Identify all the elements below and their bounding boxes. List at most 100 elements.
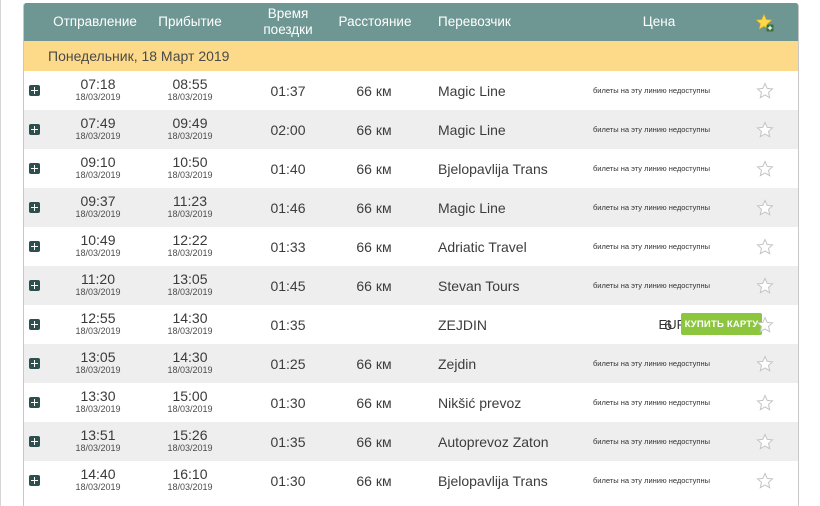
table-header: Отправление Прибытие Время поездки Расст… [24, 3, 798, 41]
carrier-name[interactable]: Magic Line [438, 110, 588, 149]
star-add-icon[interactable] [755, 13, 775, 33]
departure-date: 18/03/2019 [75, 287, 121, 297]
travel-duration: 01:40 [270, 160, 306, 177]
arrival-time-block: 08:55 18/03/2019 [160, 76, 220, 103]
expand-plus-icon[interactable] [29, 163, 40, 174]
expand-plus-icon[interactable] [29, 241, 40, 252]
arrival-date: 18/03/2019 [167, 404, 213, 414]
tickets-unavailable-text: билеты на эту линию недоступны [593, 398, 711, 407]
carrier-name[interactable]: Magic Line [438, 71, 588, 110]
expand-plus-icon[interactable] [29, 280, 40, 291]
favorite-star-icon[interactable] [756, 199, 774, 217]
carrier-name[interactable]: Zejdin [438, 344, 588, 383]
distance: 66 км [356, 355, 392, 372]
expand-plus-icon[interactable] [29, 319, 40, 330]
header-departure[interactable]: Отправление [48, 3, 142, 41]
distance [342, 305, 406, 344]
favorite-star-icon[interactable] [756, 394, 774, 412]
favorite-star-icon[interactable] [756, 238, 774, 256]
tickets-unavailable-text: билеты на эту линию недоступны [593, 164, 711, 173]
favorite-star-icon[interactable] [756, 160, 774, 178]
departure-row[interactable]: 13:30 18/03/2019 15:00 18/03/2019 01:30 … [24, 383, 798, 422]
expand-plus-icon[interactable] [29, 397, 40, 408]
departure-row[interactable]: 11:20 18/03/2019 13:05 18/03/2019 01:45 … [24, 266, 798, 305]
travel-duration: 01:30 [270, 394, 306, 411]
timetable: Отправление Прибытие Время поездки Расст… [23, 3, 799, 506]
arrival-time-block: 13:05 18/03/2019 [160, 271, 220, 298]
favorite-star-icon[interactable] [756, 82, 774, 100]
departure-date: 18/03/2019 [75, 92, 121, 102]
price-currency: EUR [658, 317, 686, 332]
tickets-unavailable-text: билеты на эту линию недоступны [593, 437, 711, 446]
carrier-name[interactable]: ZEJDIN [438, 305, 588, 344]
day-header: Понедельник, 18 Март 2019 [24, 41, 798, 71]
favorite-star-icon[interactable] [756, 433, 774, 451]
departure-time-block: 11:20 18/03/2019 [68, 271, 128, 298]
header-carrier[interactable]: Перевозчик [438, 3, 518, 41]
arrival-time-block: 15:00 18/03/2019 [160, 388, 220, 415]
departure-date: 18/03/2019 [75, 482, 121, 492]
tickets-unavailable-text: билеты на эту линию недоступны [593, 281, 711, 290]
expand-plus-icon[interactable] [29, 436, 40, 447]
arrival-time: 09:49 [172, 115, 208, 131]
arrival-time: 11:23 [173, 193, 207, 209]
departure-time: 13:05 [80, 349, 116, 365]
header-travel-time[interactable]: Время поездки [254, 3, 322, 41]
carrier-name[interactable]: Stevan Tours [438, 266, 588, 305]
arrival-date: 18/03/2019 [167, 443, 213, 453]
carrier-name[interactable]: Autoprevoz Zaton [438, 422, 588, 461]
departure-date: 18/03/2019 [75, 443, 121, 453]
expand-plus-icon[interactable] [29, 124, 40, 135]
arrival-time-block: 11:23 18/03/2019 [160, 193, 220, 220]
favorite-star-icon[interactable] [756, 472, 774, 490]
expand-plus-icon[interactable] [29, 475, 40, 486]
distance: 66 км [356, 472, 392, 489]
header-travel-time-line2: поездки [263, 22, 313, 37]
departure-row[interactable]: 07:49 18/03/2019 09:49 18/03/2019 02:00 … [24, 110, 798, 149]
window-edge [0, 0, 1, 506]
header-price[interactable]: Цена [614, 3, 704, 41]
tickets-unavailable-text: билеты на эту линию недоступны [593, 86, 711, 95]
favorite-star-icon[interactable] [756, 355, 774, 373]
departure-row[interactable]: 10:49 18/03/2019 12:22 18/03/2019 01:33 … [24, 227, 798, 266]
travel-duration: 01:46 [270, 199, 306, 216]
departure-time-block: 07:49 18/03/2019 [68, 115, 128, 142]
buy-ticket-button[interactable]: КУПИТЬ КАРТУ [681, 313, 762, 335]
departure-row[interactable]: 12:55 18/03/2019 14:30 18/03/2019 01:35 … [24, 305, 798, 344]
distance: 66 км [356, 121, 392, 138]
expand-plus-icon[interactable] [29, 202, 40, 213]
departure-row[interactable]: 07:18 18/03/2019 08:55 18/03/2019 01:37 … [24, 71, 798, 110]
expand-plus-icon[interactable] [29, 358, 40, 369]
departure-row[interactable]: 14:40 18/03/2019 16:10 18/03/2019 01:30 … [24, 461, 798, 500]
departure-row[interactable]: 09:37 18/03/2019 11:23 18/03/2019 01:46 … [24, 188, 798, 227]
distance: 66 км [356, 160, 392, 177]
carrier-name[interactable]: Magic Line [438, 188, 588, 227]
departure-time-block: 09:10 18/03/2019 [68, 154, 128, 181]
arrival-date: 18/03/2019 [167, 326, 213, 336]
departure-time: 09:10 [80, 154, 116, 170]
departure-row[interactable]: 13:05 18/03/2019 14:30 18/03/2019 01:25 … [24, 344, 798, 383]
departure-date: 18/03/2019 [75, 365, 121, 375]
favorite-star-icon[interactable] [756, 121, 774, 139]
departure-time: 14:40 [80, 466, 116, 482]
carrier-name[interactable]: Adriatic Travel [438, 227, 588, 266]
arrival-time: 14:30 [172, 310, 208, 326]
tickets-unavailable-text: билеты на эту линию недоступны [593, 125, 711, 134]
favorite-star-icon[interactable] [756, 277, 774, 295]
departure-row[interactable]: 13:51 18/03/2019 15:26 18/03/2019 01:35 … [24, 422, 798, 461]
header-arrival[interactable]: Прибытие [152, 3, 228, 41]
departure-time-block: 09:37 18/03/2019 [68, 193, 128, 220]
departure-date: 18/03/2019 [75, 170, 121, 180]
header-distance[interactable]: Расстояние [332, 3, 418, 41]
arrival-date: 18/03/2019 [167, 209, 213, 219]
carrier-name[interactable]: Nikšić prevoz [438, 383, 588, 422]
distance: 66 км [356, 394, 392, 411]
favorite-star-icon[interactable] [756, 316, 774, 334]
departure-row[interactable]: 09:10 18/03/2019 10:50 18/03/2019 01:40 … [24, 149, 798, 188]
departure-time-block: 10:49 18/03/2019 [68, 232, 128, 259]
departure-time: 13:30 [80, 388, 116, 404]
tickets-unavailable-text: билеты на эту линию недоступны [593, 476, 711, 485]
carrier-name[interactable]: Bjelopavlija Trans [438, 461, 588, 500]
carrier-name[interactable]: Bjelopavlija Trans [438, 149, 588, 188]
expand-plus-icon[interactable] [29, 85, 40, 96]
